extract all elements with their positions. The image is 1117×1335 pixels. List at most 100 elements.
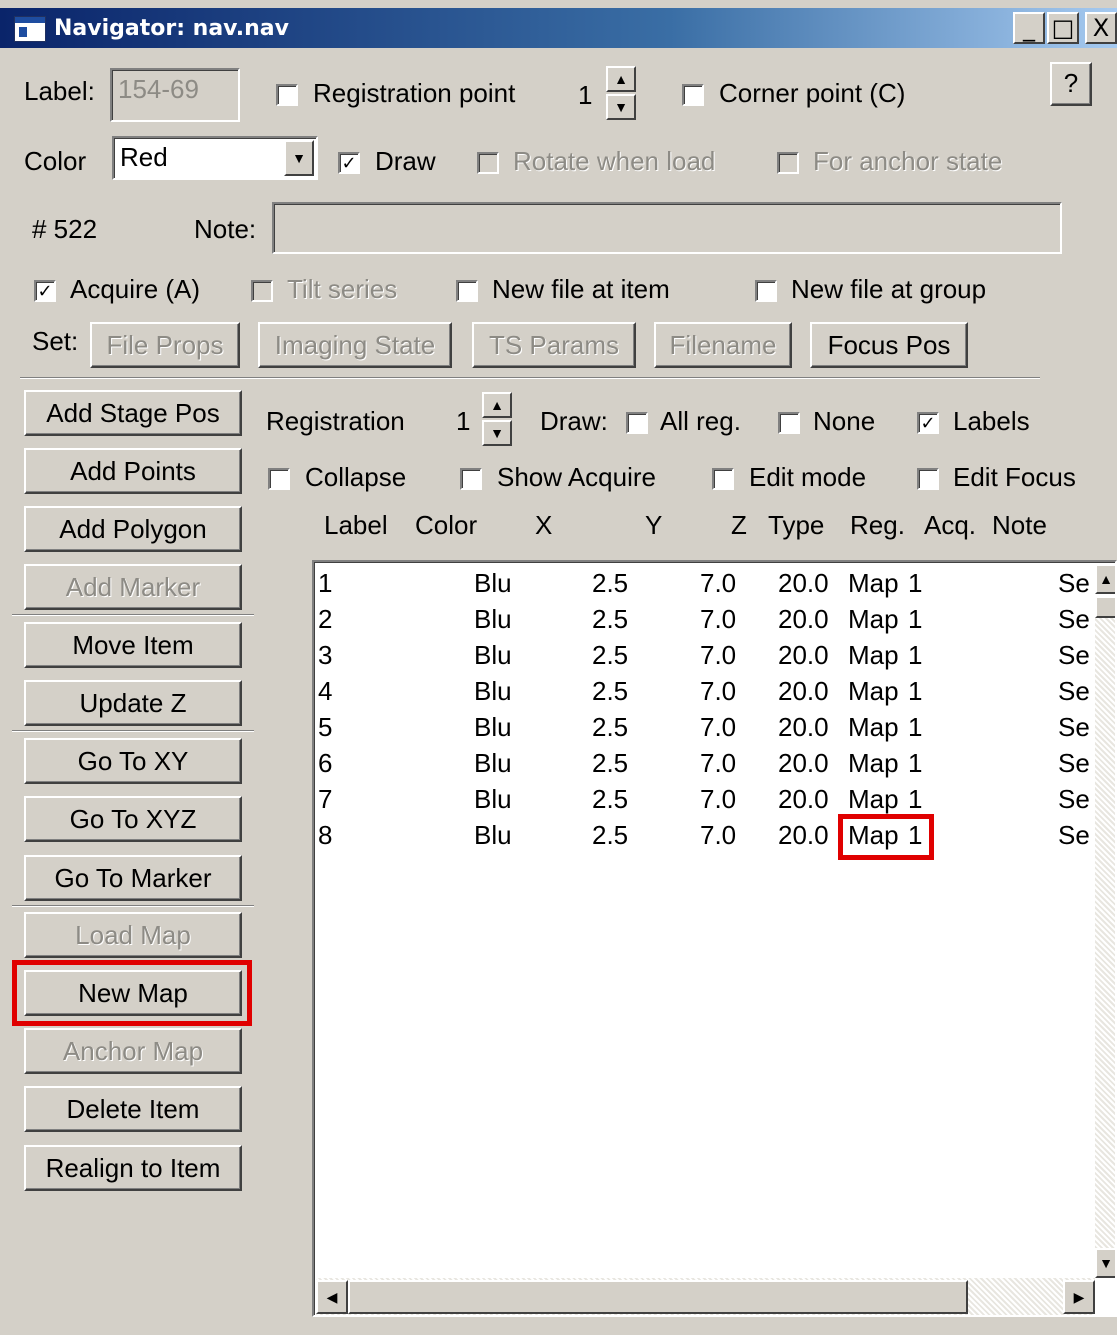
edit-mode-checkbox[interactable] xyxy=(712,468,734,490)
delete-item-button[interactable]: Delete Item xyxy=(24,1086,242,1132)
table-row[interactable]: 5 Blu 2.5 7.0 20.0 Map 1 Se xyxy=(314,710,1094,746)
cell-label: 5 xyxy=(318,712,333,742)
rotate-when-load-label: Rotate when load xyxy=(513,146,716,176)
cell-z: 20.0 xyxy=(778,712,829,742)
add-points-button[interactable]: Add Points xyxy=(24,448,242,494)
registration-spinner[interactable]: ▲ ▼ xyxy=(482,392,512,448)
focus-pos-button[interactable]: Focus Pos xyxy=(810,322,968,368)
divider xyxy=(12,730,254,732)
spin-down-icon[interactable]: ▼ xyxy=(482,420,512,446)
table-row[interactable]: 4 Blu 2.5 7.0 20.0 Map 1 Se xyxy=(314,674,1094,710)
cell-y: 7.0 xyxy=(700,712,737,742)
all-reg-checkbox[interactable] xyxy=(626,412,648,434)
imaging-state-button[interactable]: Imaging State xyxy=(258,322,452,368)
cell-label: 6 xyxy=(318,748,333,778)
show-acquire-checkbox[interactable] xyxy=(460,468,482,490)
table-row[interactable]: 6 Blu 2.5 7.0 20.0 Map 1 Se xyxy=(314,746,1094,782)
none-checkbox[interactable] xyxy=(778,412,800,434)
item-number: # 522 xyxy=(32,214,98,244)
note-field[interactable] xyxy=(272,202,1062,254)
column-header-x: X xyxy=(535,510,553,540)
note-caption: Note: xyxy=(194,214,257,244)
tilt-series-checkbox[interactable] xyxy=(251,280,273,302)
cell-x: 2.5 xyxy=(592,676,629,706)
cell-z: 20.0 xyxy=(778,568,829,598)
scroll-left-icon[interactable]: ◀ xyxy=(316,1280,348,1314)
go-to-marker-button[interactable]: Go To Marker xyxy=(24,855,242,901)
label-field: 154-69 xyxy=(110,68,240,122)
move-item-button[interactable]: Move Item xyxy=(24,622,242,668)
spin-up-icon[interactable]: ▲ xyxy=(606,66,636,92)
anchor-map-button[interactable]: Anchor Map xyxy=(24,1028,242,1074)
add-polygon-button[interactable]: Add Polygon xyxy=(24,506,242,552)
cell-label: 4 xyxy=(318,676,333,706)
column-header-acq: Acq. xyxy=(924,510,977,540)
cell-label: 2 xyxy=(318,604,333,634)
close-button[interactable]: X xyxy=(1085,12,1117,44)
cell-z: 20.0 xyxy=(778,640,829,670)
file-props-button[interactable]: File Props xyxy=(90,322,240,368)
cell-y: 7.0 xyxy=(700,604,737,634)
for-anchor-state-checkbox[interactable] xyxy=(777,152,799,174)
rotate-when-load-checkbox[interactable] xyxy=(477,152,499,174)
table-row[interactable]: 8 Blu 2.5 7.0 20.0 Map 1 Se xyxy=(314,818,1094,854)
color-select[interactable]: Red ▼ xyxy=(112,136,318,180)
horizontal-scroll-thumb[interactable] xyxy=(348,1280,968,1314)
table-row[interactable]: 7 Blu 2.5 7.0 20.0 Map 1 Se xyxy=(314,782,1094,818)
cell-color: Blu xyxy=(474,640,512,670)
go-to-xyz-button[interactable]: Go To XYZ xyxy=(24,796,242,842)
scroll-right-icon[interactable]: ▶ xyxy=(1063,1280,1095,1314)
registration-point-spinner[interactable]: ▲ ▼ xyxy=(606,66,636,122)
corner-point-checkbox[interactable] xyxy=(682,84,704,106)
scroll-down-icon[interactable]: ▼ xyxy=(1095,1248,1115,1278)
tilt-series-label: Tilt series xyxy=(287,274,398,304)
new-file-at-group-checkbox[interactable] xyxy=(755,280,777,302)
window-title: Navigator: nav.nav xyxy=(54,16,289,41)
show-acquire-label: Show Acquire xyxy=(497,462,656,492)
ts-params-button[interactable]: TS Params xyxy=(472,322,636,368)
cell-x: 2.5 xyxy=(592,604,629,634)
go-to-xy-button[interactable]: Go To XY xyxy=(24,738,242,784)
minimize-button[interactable]: _ xyxy=(1013,12,1045,44)
add-stage-pos-button[interactable]: Add Stage Pos xyxy=(24,390,242,436)
labels-checkbox[interactable]: ✓ xyxy=(917,412,939,434)
vertical-scroll-track[interactable] xyxy=(1095,618,1115,1248)
table-row[interactable]: 2 Blu 2.5 7.0 20.0 Map 1 Se xyxy=(314,602,1094,638)
cell-x: 2.5 xyxy=(592,712,629,742)
item-list[interactable]: 1 Blu 2.5 7.0 20.0 Map 1 Se 2 Blu 2.5 7.0 20.0 Map 1 Se… xyxy=(312,560,1117,1317)
spin-up-icon[interactable]: ▲ xyxy=(482,392,512,418)
table-row[interactable]: 1 Blu 2.5 7.0 20.0 Map 1 Se xyxy=(314,566,1094,602)
cell-note: Se xyxy=(1058,604,1090,634)
edit-focus-checkbox[interactable] xyxy=(917,468,939,490)
color-caption: Color xyxy=(24,146,87,176)
acquire-label: Acquire (A) xyxy=(70,274,201,304)
spin-down-icon[interactable]: ▼ xyxy=(606,94,636,120)
registration-point-value: 1 xyxy=(578,80,593,110)
maximize-button[interactable]: □ xyxy=(1047,12,1079,44)
scroll-up-icon[interactable]: ▲ xyxy=(1095,564,1115,594)
add-marker-button[interactable]: Add Marker xyxy=(24,564,242,610)
cell-x: 2.5 xyxy=(592,748,629,778)
load-map-button[interactable]: Load Map xyxy=(24,912,242,958)
new-file-at-item-checkbox[interactable] xyxy=(456,280,478,302)
cell-y: 7.0 xyxy=(700,784,737,814)
cell-type: Map xyxy=(848,568,899,598)
cell-note: Se xyxy=(1058,820,1090,850)
cell-color: Blu xyxy=(474,748,512,778)
registration-point-checkbox[interactable] xyxy=(276,84,298,106)
collapse-checkbox[interactable] xyxy=(268,468,290,490)
vertical-scroll-thumb[interactable] xyxy=(1095,596,1115,618)
acquire-checkbox[interactable]: ✓ xyxy=(34,280,56,302)
cell-x: 2.5 xyxy=(592,640,629,670)
draw-checkbox[interactable]: ✓ xyxy=(338,152,360,174)
filename-button[interactable]: Filename xyxy=(654,322,792,368)
cell-z: 20.0 xyxy=(778,784,829,814)
cell-y: 7.0 xyxy=(700,676,737,706)
label-caption: Label: xyxy=(24,76,95,106)
realign-to-item-button[interactable]: Realign to Item xyxy=(24,1145,242,1191)
cell-x: 2.5 xyxy=(592,568,629,598)
update-z-button[interactable]: Update Z xyxy=(24,680,242,726)
chevron-down-icon[interactable]: ▼ xyxy=(284,140,314,176)
table-row[interactable]: 3 Blu 2.5 7.0 20.0 Map 1 Se xyxy=(314,638,1094,674)
help-button[interactable]: ? xyxy=(1050,62,1092,106)
